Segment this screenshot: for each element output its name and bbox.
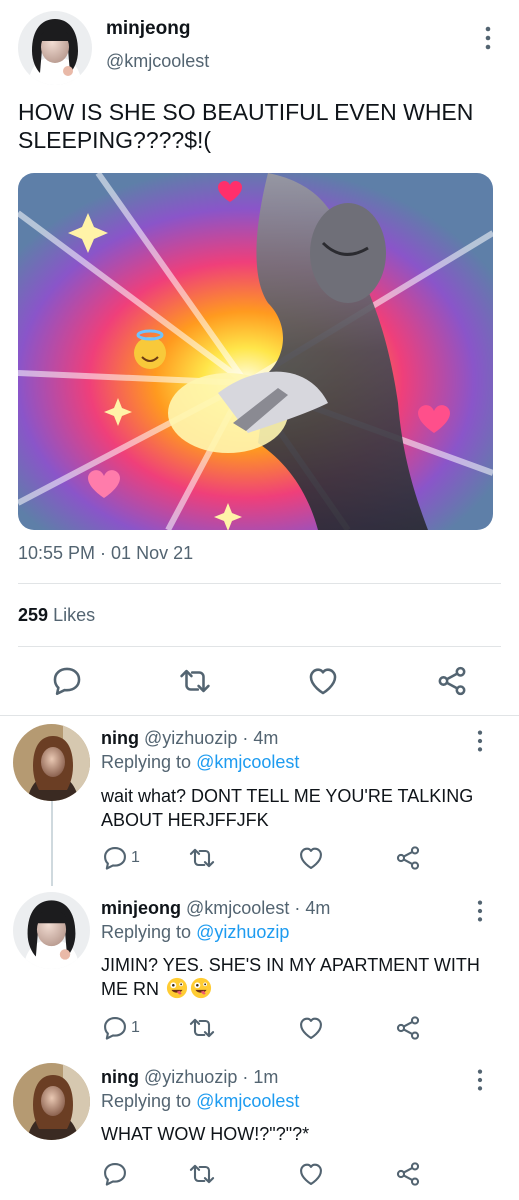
reply-time[interactable]: · 1m xyxy=(242,1067,278,1087)
replying-prefix: Replying to xyxy=(101,1091,192,1111)
replying-to-link[interactable]: @kmjcoolest xyxy=(196,1091,299,1111)
reply-icon[interactable] xyxy=(101,1159,129,1189)
reply-text: WHAT WOW HOW!?"?"?* xyxy=(101,1124,310,1144)
reply-author-handle[interactable]: @yizhuozip xyxy=(144,1067,237,1087)
reply-actions: 1 xyxy=(0,1013,519,1043)
like-icon[interactable] xyxy=(297,843,325,873)
reply-action[interactable]: 1 xyxy=(101,843,140,873)
reply-action[interactable]: 1 xyxy=(101,1013,140,1043)
replying-to: Replying to @kmjcoolest xyxy=(101,1091,299,1112)
reply-tweet[interactable]: ning @yizhuozip · 4m Replying to @kmjcoo… xyxy=(0,716,519,886)
replying-prefix: Replying to xyxy=(101,922,192,942)
like-icon[interactable] xyxy=(297,1159,325,1189)
share-icon[interactable] xyxy=(394,1159,422,1189)
replying-to-link[interactable]: @kmjcoolest xyxy=(196,752,299,772)
zany-face-icon xyxy=(166,977,188,999)
reply-author-handle[interactable]: @yizhuozip xyxy=(144,728,237,748)
replying-to: Replying to @yizhuozip xyxy=(101,922,289,943)
reply-icon[interactable] xyxy=(50,664,84,698)
retweet-icon[interactable] xyxy=(178,664,212,698)
divider xyxy=(18,583,501,584)
avatar[interactable] xyxy=(13,724,90,801)
avatar-image xyxy=(13,892,90,969)
reply-count: 1 xyxy=(131,849,140,866)
more-options-icon[interactable] xyxy=(471,898,489,924)
avatar[interactable] xyxy=(18,11,92,85)
reply-tweet[interactable]: ning @yizhuozip · 1m Replying to @kmjcoo… xyxy=(0,1056,519,1200)
avatar[interactable] xyxy=(13,1063,90,1140)
author-name[interactable]: minjeong xyxy=(106,18,190,40)
reply-text: JIMIN? YES. SHE'S IN MY APARTMENT WITH M… xyxy=(101,953,491,1001)
more-options-icon[interactable] xyxy=(471,728,489,754)
tweet-text: HOW IS SHE SO BEAUTIFUL EVEN WHEN SLEEPI… xyxy=(18,99,474,153)
retweet-icon[interactable] xyxy=(188,843,216,873)
like-icon[interactable] xyxy=(306,664,340,698)
media-image xyxy=(18,173,493,530)
tweet-media[interactable] xyxy=(18,173,493,530)
reply-author-name[interactable]: ning xyxy=(101,728,139,748)
reply-text: wait what? DONT TELL ME YOU'RE TALKING A… xyxy=(101,786,474,830)
reply-header: minjeong @kmjcoolest · 4m xyxy=(101,898,330,919)
tweet-timestamp[interactable]: 10:55 PM · 01 Nov 21 xyxy=(18,543,193,564)
reply-author-handle[interactable]: @kmjcoolest xyxy=(186,898,289,918)
reply-count: 1 xyxy=(131,1019,140,1036)
reply-author-name[interactable]: minjeong xyxy=(101,898,181,918)
reply-header: ning @yizhuozip · 4m xyxy=(101,728,278,749)
reply-icon[interactable] xyxy=(101,844,129,872)
reply-time[interactable]: · 4m xyxy=(294,898,330,918)
reply-actions xyxy=(0,1159,519,1189)
reply-tweet[interactable]: minjeong @kmjcoolest · 4m Replying to @y… xyxy=(0,886,519,1056)
reply-icon[interactable] xyxy=(101,1014,129,1042)
replying-to-link[interactable]: @yizhuozip xyxy=(196,922,289,942)
author-handle[interactable]: @kmjcoolest xyxy=(106,51,209,72)
avatar-image xyxy=(13,724,90,801)
likes-label: Likes xyxy=(53,605,96,625)
reply-time[interactable]: · 4m xyxy=(242,728,278,748)
likes-stat[interactable]: 259 Likes xyxy=(18,605,95,626)
retweet-icon[interactable] xyxy=(188,1013,216,1043)
reply-actions: 1 xyxy=(0,843,519,873)
avatar[interactable] xyxy=(13,892,90,969)
reply-author-name[interactable]: ning xyxy=(101,1067,139,1087)
reply-text-body: JIMIN? YES. SHE'S IN MY APARTMENT WITH M… xyxy=(101,955,480,999)
share-icon[interactable] xyxy=(394,843,422,873)
likes-count: 259 xyxy=(18,605,49,625)
more-options-icon[interactable] xyxy=(478,24,498,52)
avatar-image xyxy=(18,11,92,85)
like-icon[interactable] xyxy=(297,1013,325,1043)
replying-prefix: Replying to xyxy=(101,752,192,772)
retweet-icon[interactable] xyxy=(188,1159,216,1189)
share-icon[interactable] xyxy=(435,664,469,698)
reply-header: ning @yizhuozip · 1m xyxy=(101,1067,278,1088)
avatar-image xyxy=(13,1063,90,1140)
more-options-icon[interactable] xyxy=(471,1067,489,1093)
zany-face-icon xyxy=(190,977,212,999)
replying-to: Replying to @kmjcoolest xyxy=(101,752,299,773)
divider xyxy=(18,646,501,647)
share-icon[interactable] xyxy=(394,1013,422,1043)
tweet-actions xyxy=(0,664,519,698)
